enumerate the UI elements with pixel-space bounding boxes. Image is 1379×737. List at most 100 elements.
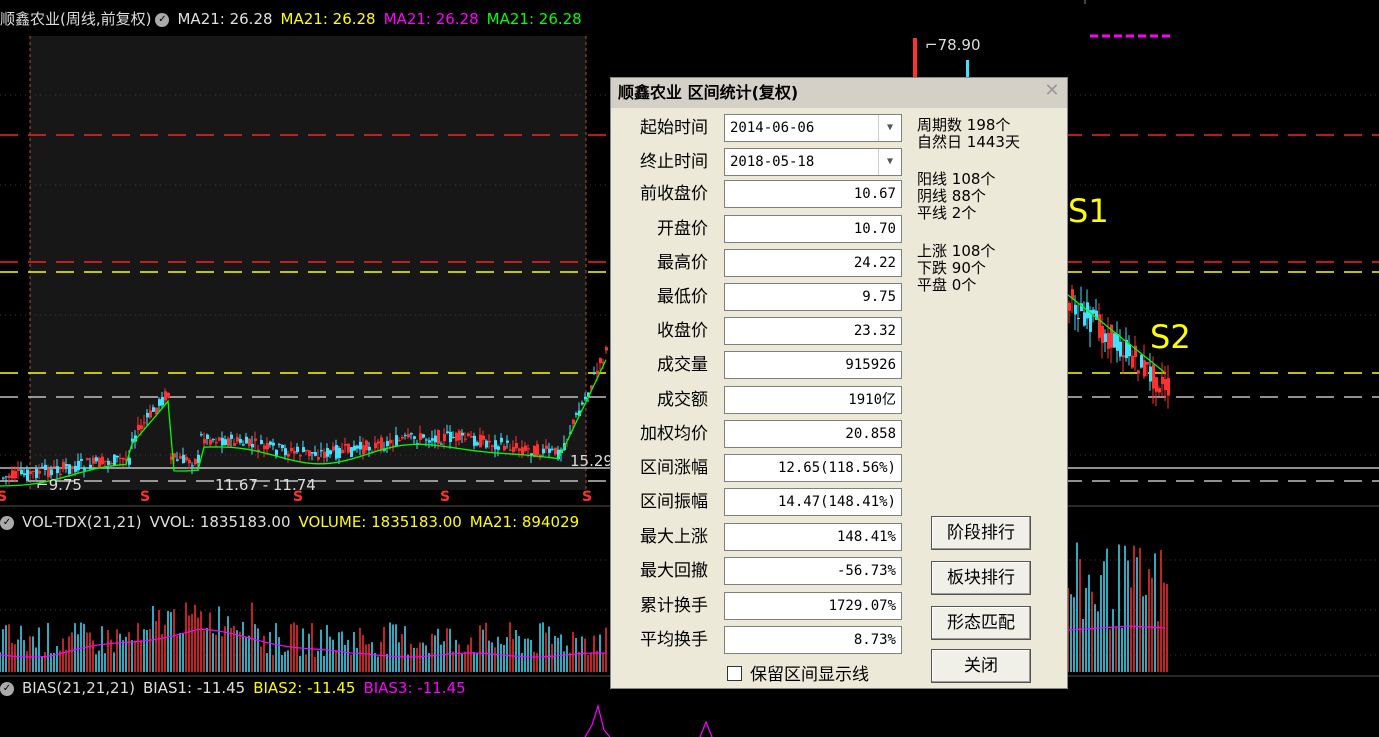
candle-body (389, 439, 392, 444)
ma-label-3: MA21: 26.28 (383, 10, 479, 28)
main-chart-title: 顺鑫农业(周线,前复权) (0, 10, 152, 28)
settings-icon[interactable]: ✓ (0, 515, 14, 530)
keep-lines-checkbox[interactable]: 保留区间显示线 (727, 665, 869, 685)
candle-body (89, 464, 92, 469)
candle-body (428, 440, 431, 443)
field-value-text: 2018-05-18 (730, 154, 815, 170)
candle-body (470, 435, 473, 438)
candle-body (599, 358, 602, 364)
pattern-match-button[interactable]: 形态匹配 (931, 606, 1031, 640)
field-value-text: 20.858 (845, 426, 896, 442)
settings-icon[interactable]: ✓ (0, 681, 14, 696)
candle-body (287, 453, 290, 457)
candle-body (71, 466, 74, 469)
candle-body (38, 470, 41, 474)
close-button[interactable]: 关闭 (931, 649, 1031, 683)
date-select[interactable]: 2014-06-06 ▼ (724, 114, 902, 142)
candle-body (44, 464, 47, 471)
candle-body (275, 449, 278, 456)
candle-body (209, 439, 212, 445)
candle-body (113, 454, 116, 466)
close-icon[interactable]: ✕ (1043, 82, 1061, 100)
candle-body (95, 457, 98, 462)
bias-legend: ✓ BIAS(21,21,21) BIAS1: -11.45 BIAS2: -11.4… (0, 678, 474, 698)
field-value: 8.73% (724, 626, 902, 654)
candle-body (11, 470, 14, 479)
candle-body (554, 447, 557, 455)
stage-rank-button[interactable]: 阶段排行 (931, 516, 1031, 550)
candle-body (473, 435, 476, 446)
field-value: 24.22 (724, 249, 902, 277)
candle-body (167, 392, 170, 398)
s-marker: S (140, 489, 151, 505)
candle-body (1146, 361, 1149, 365)
s2-label: S2 (1150, 318, 1191, 356)
keep-lines-label: 保留区间显示线 (750, 665, 869, 685)
candle-body (104, 460, 107, 462)
days-stat: 自然日 1443天 (917, 133, 1020, 151)
field-value-text: 23.32 (853, 323, 896, 339)
candle-body (314, 452, 317, 456)
candle-body (260, 439, 263, 445)
candle-body (182, 454, 185, 464)
field-value-text: 12.65(118.56%) (777, 460, 896, 476)
chevron-down-icon[interactable]: ▼ (878, 149, 901, 175)
checkbox-box[interactable] (727, 666, 742, 681)
candle-body (128, 457, 131, 465)
candle-body (527, 448, 530, 450)
sector-rank-button[interactable]: 板块排行 (931, 561, 1031, 595)
candle-body (161, 396, 164, 406)
candle-body (548, 448, 551, 453)
candle-body (482, 435, 485, 440)
candle-body (356, 445, 359, 449)
candle-body (41, 466, 44, 468)
candle-body (464, 438, 467, 440)
candle-body (29, 471, 32, 475)
chevron-down-icon[interactable]: ▼ (878, 115, 901, 141)
candle-body (92, 457, 95, 464)
candle-body (212, 439, 215, 441)
field-value: -56.73% (724, 557, 902, 585)
candle-body (137, 424, 140, 431)
candle-body (347, 443, 350, 453)
candle-body (317, 457, 320, 460)
candle-body (107, 460, 110, 465)
field-value: 10.67 (724, 180, 902, 208)
field-value-text: 10.67 (853, 186, 896, 202)
candle-body (503, 446, 506, 451)
bias-line (584, 703, 611, 737)
candle-body (194, 458, 197, 465)
candle-body (401, 436, 404, 439)
field-value-text: 14.47(148.41%) (777, 494, 896, 510)
periods-stat: 周期数 198个 (917, 116, 1011, 134)
candle-body (299, 455, 302, 457)
candle-body (302, 447, 305, 452)
candle-body (479, 434, 482, 448)
settings-icon[interactable]: ✓ (155, 12, 170, 27)
candle-body (341, 449, 344, 454)
candle-body (284, 448, 287, 456)
candle-body (524, 445, 527, 451)
candle-body (86, 458, 89, 461)
field-value: 148.41% (724, 523, 902, 551)
candle-body (344, 444, 347, 446)
s-marker: S (0, 489, 8, 505)
candle-body (116, 455, 119, 458)
candle-body (1110, 324, 1113, 348)
field-value: 9.75 (724, 283, 902, 311)
candle-body (17, 469, 20, 471)
field-label: 平均换手 (640, 630, 708, 650)
candle-body (425, 439, 428, 441)
candle-body (1161, 377, 1164, 385)
interval-stats-dialog: 顺鑫农业 区间统计(复权) ✕ 起始时间 2014-06-06 ▼ 终止时间 2018-… (610, 77, 1068, 689)
candle-body (233, 443, 236, 446)
candle-body (140, 425, 143, 430)
candle-body (1155, 377, 1158, 392)
candle-body (50, 469, 53, 476)
field-label: 最高价 (657, 253, 708, 273)
candle-body (542, 448, 545, 454)
field-value-text: 1729.07% (828, 598, 896, 614)
date-select[interactable]: 2018-05-18 ▼ (724, 148, 902, 176)
candle-body (500, 437, 503, 443)
candle-body (1164, 379, 1167, 391)
